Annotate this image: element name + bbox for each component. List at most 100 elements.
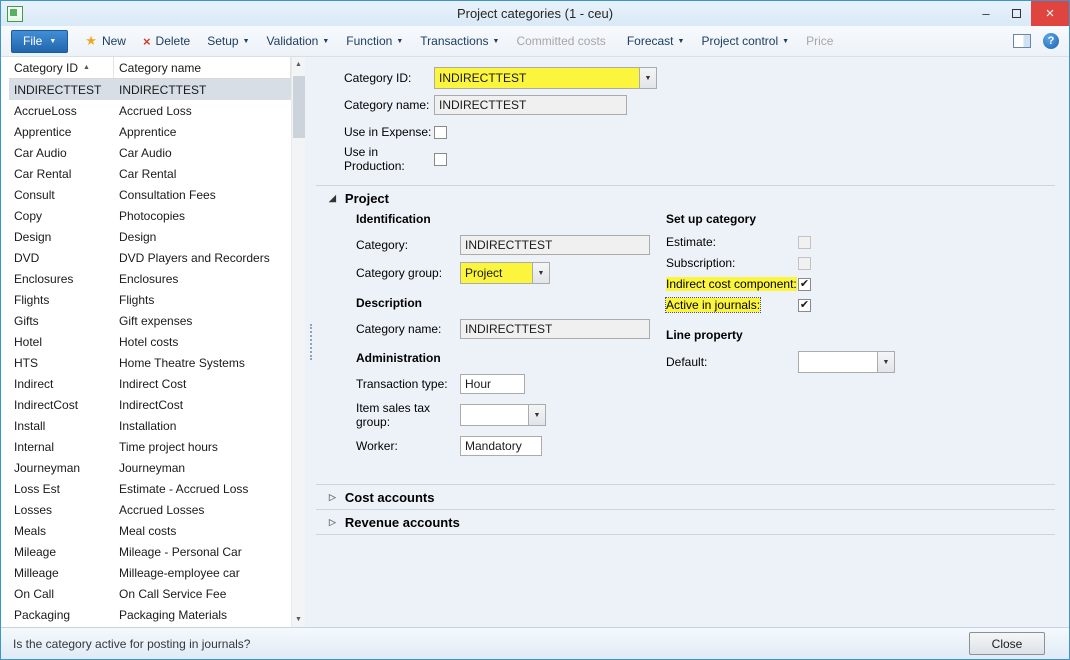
toolbar-menu-item[interactable]: Price [806, 34, 837, 48]
grid-cell-category-id[interactable]: Meals [9, 524, 114, 538]
column-header-category-id[interactable]: Category ID ▲ [9, 57, 114, 78]
grid-cell-category-id[interactable]: Consult [9, 188, 114, 202]
close-button[interactable]: Close [969, 632, 1045, 655]
grid-row[interactable]: Packaging Packaging Materials [9, 604, 291, 625]
grid-cell-category-name[interactable]: Car Audio [114, 146, 291, 160]
grid-cell-category-id[interactable]: Milleage [9, 566, 114, 580]
grid-cell-category-name[interactable]: Flights [114, 293, 291, 307]
category-group-dropdown-button[interactable]: ▼ [532, 262, 550, 284]
grid-row[interactable]: Journeyman Journeyman [9, 457, 291, 478]
grid-cell-category-id[interactable]: IndirectCost [9, 398, 114, 412]
grid-row[interactable]: Internal Time project hours [9, 436, 291, 457]
grid-cell-category-id[interactable]: Gifts [9, 314, 114, 328]
help-icon[interactable]: ? [1043, 33, 1059, 49]
grid-cell-category-name[interactable]: Design [114, 230, 291, 244]
grid-row[interactable]: Meals Meal costs [9, 520, 291, 541]
grid-cell-category-name[interactable]: Home Theatre Systems [114, 356, 291, 370]
default-dropdown-button[interactable]: ▼ [877, 351, 895, 373]
toolbar-menu-item[interactable]: Setup ▼ [207, 34, 249, 48]
delete-button[interactable]: × Delete [143, 34, 190, 49]
item-sales-tax-group-dropdown-button[interactable]: ▼ [528, 404, 546, 426]
fasttab-project-header[interactable]: ◢ Project [316, 186, 1055, 210]
grid-cell-category-id[interactable]: Install [9, 419, 114, 433]
grid-cell-category-name[interactable]: Hotel costs [114, 335, 291, 349]
pane-splitter[interactable] [305, 57, 316, 627]
grid-cell-category-name[interactable]: Gift expenses [114, 314, 291, 328]
grid-cell-category-id[interactable]: AccrueLoss [9, 104, 114, 118]
grid-row[interactable]: Flights Flights [9, 289, 291, 310]
grid-cell-category-id[interactable]: Losses [9, 503, 114, 517]
grid-cell-category-id[interactable]: On Call [9, 587, 114, 601]
active-in-journals-checkbox[interactable]: ✔ [798, 299, 811, 312]
worker-field[interactable]: Mandatory [460, 436, 542, 456]
grid-cell-category-name[interactable]: Estimate - Accrued Loss [114, 482, 291, 496]
use-in-expense-checkbox[interactable]: ✔ [434, 126, 447, 139]
grid-cell-category-id[interactable]: Flights [9, 293, 114, 307]
grid-cell-category-name[interactable]: Installation [114, 419, 291, 433]
grid-cell-category-id[interactable]: Copy [9, 209, 114, 223]
grid-row[interactable]: AccrueLoss Accrued Loss [9, 100, 291, 121]
grid-cell-category-name[interactable]: Packaging Materials [114, 608, 291, 622]
toolbar-menu-item[interactable]: Function ▼ [346, 34, 403, 48]
default-value[interactable] [798, 351, 877, 373]
grid-cell-category-name[interactable]: Journeyman [114, 461, 291, 475]
category-id-value[interactable]: INDIRECTTEST [434, 67, 639, 89]
grid-cell-category-name[interactable]: Photocopies [114, 209, 291, 223]
grid-cell-category-name[interactable]: INDIRECTTEST [114, 83, 291, 97]
scroll-down-icon[interactable]: ▼ [292, 612, 305, 627]
grid-cell-category-id[interactable]: Packaging [9, 608, 114, 622]
grid-cell-category-name[interactable]: Accrued Loss [114, 104, 291, 118]
grid-row[interactable]: Enclosures Enclosures [9, 268, 291, 289]
grid-cell-category-name[interactable]: Time project hours [114, 440, 291, 454]
toolbar-menu-item[interactable]: Transactions ▼ [420, 34, 499, 48]
grid-cell-category-name[interactable]: Apprentice [114, 125, 291, 139]
grid-row[interactable]: Indirect Indirect Cost [9, 373, 291, 394]
grid-row[interactable]: Loss Est Estimate - Accrued Loss [9, 478, 291, 499]
category-id-combobox[interactable]: INDIRECTTEST ▼ [434, 67, 657, 89]
grid-row[interactable]: Hotel Hotel costs [9, 331, 291, 352]
toolbar-menu-item[interactable]: Validation ▼ [267, 34, 330, 48]
description-category-name-field[interactable]: INDIRECTTEST [460, 319, 650, 339]
grid-cell-category-id[interactable]: Internal [9, 440, 114, 454]
file-menu-button[interactable]: File ▼ [11, 30, 68, 53]
grid-row[interactable]: IndirectCost IndirectCost [9, 394, 291, 415]
category-field[interactable]: INDIRECTTEST [460, 235, 650, 255]
grid-row[interactable]: Mileage Mileage - Personal Car [9, 541, 291, 562]
grid-cell-category-name[interactable]: DVD Players and Recorders [114, 251, 291, 265]
grid-cell-category-name[interactable]: Mileage - Personal Car [114, 545, 291, 559]
grid-cell-category-id[interactable]: HTS [9, 356, 114, 370]
grid-row[interactable]: Apprentice Apprentice [9, 121, 291, 142]
grid-row[interactable]: Losses Accrued Losses [9, 499, 291, 520]
grid-row[interactable]: Car Audio Car Audio [9, 142, 291, 163]
grid-cell-category-id[interactable]: Car Audio [9, 146, 114, 160]
grid-cell-category-name[interactable]: Milleage-employee car [114, 566, 291, 580]
grid-row[interactable]: Gifts Gift expenses [9, 310, 291, 331]
grid-cell-category-id[interactable]: INDIRECTTEST [9, 83, 114, 97]
splitter-handle-icon[interactable] [310, 324, 312, 360]
fasttab-cost-accounts-header[interactable]: ▷ Cost accounts [316, 485, 1055, 509]
toolbar-menu-item[interactable]: Project control ▼ [701, 34, 789, 48]
column-header-category-name[interactable]: Category name [114, 57, 291, 78]
grid-row[interactable]: Milleage Milleage-employee car [9, 562, 291, 583]
fasttab-revenue-accounts-header[interactable]: ▷ Revenue accounts [316, 510, 1055, 534]
maximize-button[interactable] [1001, 1, 1031, 26]
grid-cell-category-id[interactable]: Car Rental [9, 167, 114, 181]
grid-row[interactable]: Install Installation [9, 415, 291, 436]
close-window-button[interactable]: × [1031, 1, 1069, 26]
grid-cell-category-name[interactable]: Car Rental [114, 167, 291, 181]
grid-scrollbar[interactable]: ▲ ▼ [291, 57, 305, 627]
grid-cell-category-id[interactable]: Enclosures [9, 272, 114, 286]
toolbar-menu-item[interactable]: Committed costs [516, 34, 609, 48]
scrollbar-thumb[interactable] [293, 76, 305, 138]
minimize-button[interactable]: – [971, 1, 1001, 26]
use-in-production-checkbox[interactable]: ✔ [434, 153, 447, 166]
category-group-combobox[interactable]: Project ▼ [460, 262, 550, 284]
grid-row[interactable]: Car Rental Car Rental [9, 163, 291, 184]
indirect-cost-component-checkbox[interactable]: ✔ [798, 278, 811, 291]
grid-cell-category-name[interactable]: IndirectCost [114, 398, 291, 412]
grid-cell-category-name[interactable]: On Call Service Fee [114, 587, 291, 601]
category-id-dropdown-button[interactable]: ▼ [639, 67, 657, 89]
grid-cell-category-name[interactable]: Accrued Losses [114, 503, 291, 517]
grid-row[interactable]: HTS Home Theatre Systems [9, 352, 291, 373]
grid-cell-category-id[interactable]: Mileage [9, 545, 114, 559]
